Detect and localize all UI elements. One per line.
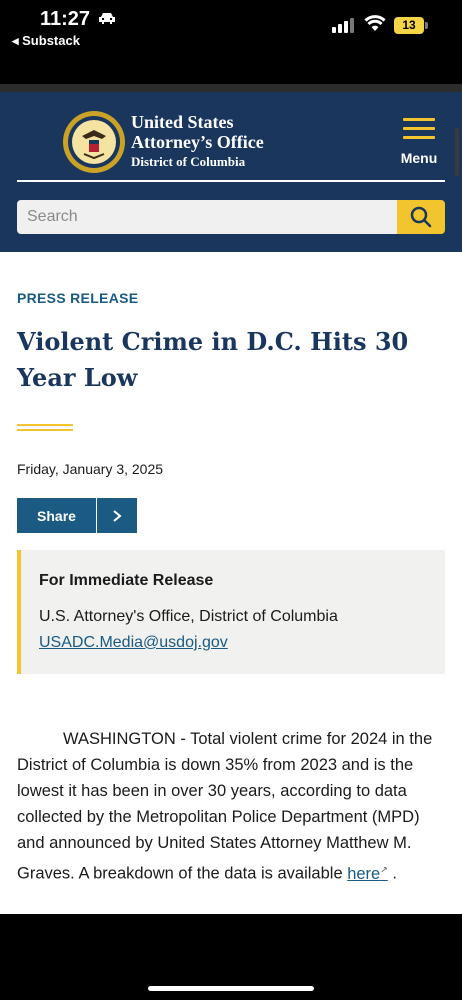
release-organization: U.S. Attorney's Office, District of Colu… [39, 608, 338, 625]
hamburger-icon [403, 118, 435, 140]
home-indicator[interactable] [148, 986, 314, 991]
body-text: WASHINGTON - Total violent crime for 202… [17, 730, 433, 883]
share-widget: Share [17, 498, 137, 533]
article-body-paragraph: WASHINGTON - Total violent crime for 202… [17, 726, 445, 887]
publish-date: Friday, January 3, 2025 [17, 461, 164, 477]
menu-button[interactable]: Menu [394, 118, 444, 178]
scrollbar-thumb[interactable] [455, 128, 459, 176]
search-button[interactable] [397, 200, 445, 234]
release-heading: For Immediate Release [39, 572, 214, 589]
article-title: Violent Crime in D.C. Hits 30 Year Low [17, 327, 409, 392]
battery-indicator: 13 [394, 17, 424, 34]
body-end: . [387, 864, 397, 883]
car-icon [99, 13, 115, 24]
chevron-right-icon [113, 509, 122, 522]
menu-label: Menu [400, 150, 438, 166]
search-form [17, 200, 445, 234]
site-header: United States Attorney’s Office District… [0, 84, 462, 252]
header-divider [17, 180, 445, 182]
battery-tip [425, 22, 428, 29]
agency-name[interactable]: United States Attorney’s Office District… [131, 112, 264, 171]
status-time: 11:27 [40, 8, 91, 30]
doj-seal-logo[interactable] [62, 110, 126, 174]
share-expand-toggle[interactable] [97, 498, 137, 533]
press-release-label: PRESS RELEASE [17, 290, 139, 306]
share-button[interactable]: Share [17, 498, 96, 533]
title-underline-decoration [17, 424, 73, 431]
data-breakdown-link[interactable]: here↗ [347, 864, 388, 883]
release-contact-box: For Immediate Release U.S. Attorney's Of… [17, 550, 445, 674]
search-input[interactable] [17, 200, 397, 234]
agency-district: District of Columbia [131, 154, 246, 169]
agency-name-line1: United States [131, 112, 234, 132]
agency-name-line2: Attorney’s Office [131, 132, 264, 152]
status-bar: 11:27 ◂ Substack 13 [0, 0, 462, 84]
signal-icon [332, 18, 354, 33]
external-link-icon: ↗ [380, 864, 388, 874]
back-to-app-link[interactable]: ◂ Substack [12, 33, 80, 49]
article-content: PRESS RELEASE Violent Crime in D.C. Hits… [0, 252, 462, 914]
media-email-link[interactable]: USADC.Media@usdoj.gov [39, 634, 228, 652]
wifi-icon [364, 15, 386, 31]
body-link-text: here [347, 864, 381, 883]
search-icon [410, 206, 432, 228]
bottom-bar [0, 914, 462, 1000]
